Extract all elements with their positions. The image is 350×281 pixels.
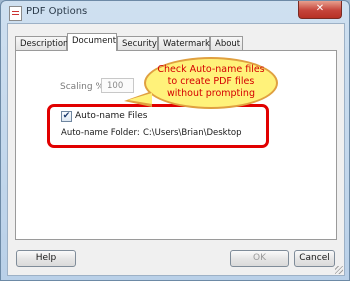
window-title: PDF Options <box>26 6 88 17</box>
cancel-button[interactable]: Cancel <box>294 250 335 267</box>
auto-name-files-label[interactable]: Auto-name Files <box>75 111 147 121</box>
tab-security[interactable]: Security <box>117 36 158 50</box>
tab-about[interactable]: About <box>210 36 243 50</box>
auto-name-folder-value: C:\Users\Brian\Desktop <box>143 128 242 138</box>
auto-name-folder-label: Auto-name Folder: <box>61 128 140 138</box>
document-icon <box>9 6 22 21</box>
document-tab-panel: Scaling % 100 ✔ Auto-name Files Auto-nam… <box>15 50 337 240</box>
ok-button[interactable]: OK <box>230 250 289 267</box>
title-bar[interactable]: PDF Options ✕ <box>1 1 349 23</box>
callout-line: to create PDF files <box>167 76 255 87</box>
tab-description[interactable]: Description <box>15 36 68 50</box>
callout-text: Check Auto-name files to create PDF file… <box>144 64 278 100</box>
callout-line: Check Auto-name files <box>157 64 265 75</box>
tab-document[interactable]: Document <box>67 33 117 51</box>
close-button[interactable]: ✕ <box>298 1 342 19</box>
tab-watermark[interactable]: Watermark <box>158 36 210 50</box>
auto-name-checkbox[interactable]: ✔ <box>61 111 72 122</box>
help-button[interactable]: Help <box>16 250 76 267</box>
pdf-options-window: PDF Options ✕ Description Document Secur… <box>0 0 350 281</box>
callout-line: without prompting <box>167 88 255 99</box>
resize-grip[interactable] <box>335 266 343 274</box>
scaling-label: Scaling % <box>60 82 105 92</box>
dialog-client-area: Description Document Security Watermark … <box>7 23 345 276</box>
